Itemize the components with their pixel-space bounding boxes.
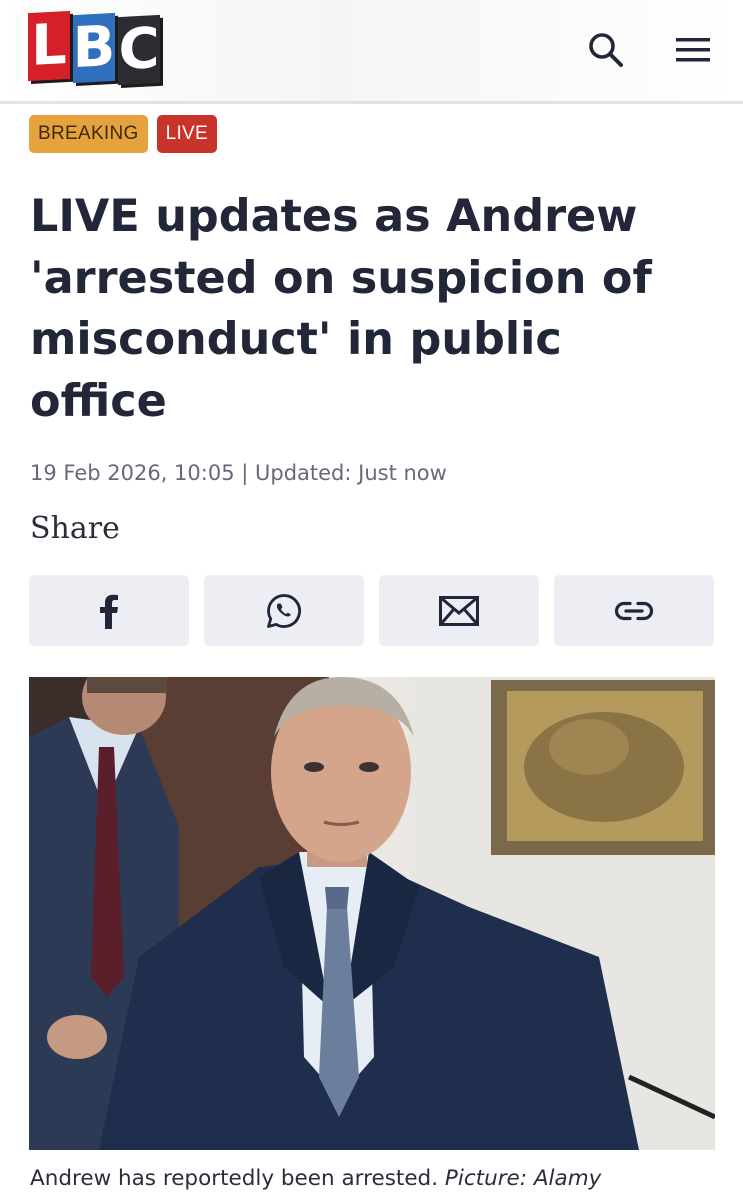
lbc-logo[interactable]: L B C bbox=[28, 10, 163, 86]
share-whatsapp-button[interactable] bbox=[204, 575, 364, 646]
article-headline: LIVE updates as Andrew 'arrested on susp… bbox=[30, 191, 652, 427]
share-link-button[interactable] bbox=[554, 575, 714, 646]
article-timestamp: 19 Feb 2026, 10:05 | Updated: Just now bbox=[30, 461, 447, 485]
site-header: L B C bbox=[0, 0, 743, 104]
facebook-icon bbox=[100, 594, 118, 629]
article-photo bbox=[29, 677, 715, 1150]
search-button[interactable] bbox=[586, 30, 626, 70]
logo-letter-l: L bbox=[28, 10, 70, 82]
caption-text: Andrew has reportedly been arrested. bbox=[30, 1166, 439, 1191]
menu-button[interactable] bbox=[674, 34, 714, 66]
link-icon bbox=[614, 601, 654, 620]
photo-caption: Andrew has reportedly been arrested. Pic… bbox=[30, 1166, 601, 1191]
hamburger-menu-icon bbox=[676, 38, 710, 62]
whatsapp-icon bbox=[267, 593, 301, 628]
search-icon bbox=[589, 33, 623, 67]
logo-letter-c: C bbox=[118, 14, 160, 86]
email-icon bbox=[439, 595, 479, 626]
live-badge[interactable]: LIVE bbox=[156, 115, 217, 153]
share-label: Share bbox=[30, 511, 120, 546]
article-badges: BREAKING LIVE bbox=[29, 115, 217, 153]
share-facebook-button[interactable] bbox=[29, 575, 189, 646]
breaking-badge[interactable]: BREAKING bbox=[29, 115, 148, 153]
caption-credit: Picture: Alamy bbox=[444, 1166, 602, 1191]
share-email-button[interactable] bbox=[379, 575, 539, 646]
share-buttons bbox=[29, 575, 714, 646]
logo-letter-b: B bbox=[72, 12, 116, 84]
